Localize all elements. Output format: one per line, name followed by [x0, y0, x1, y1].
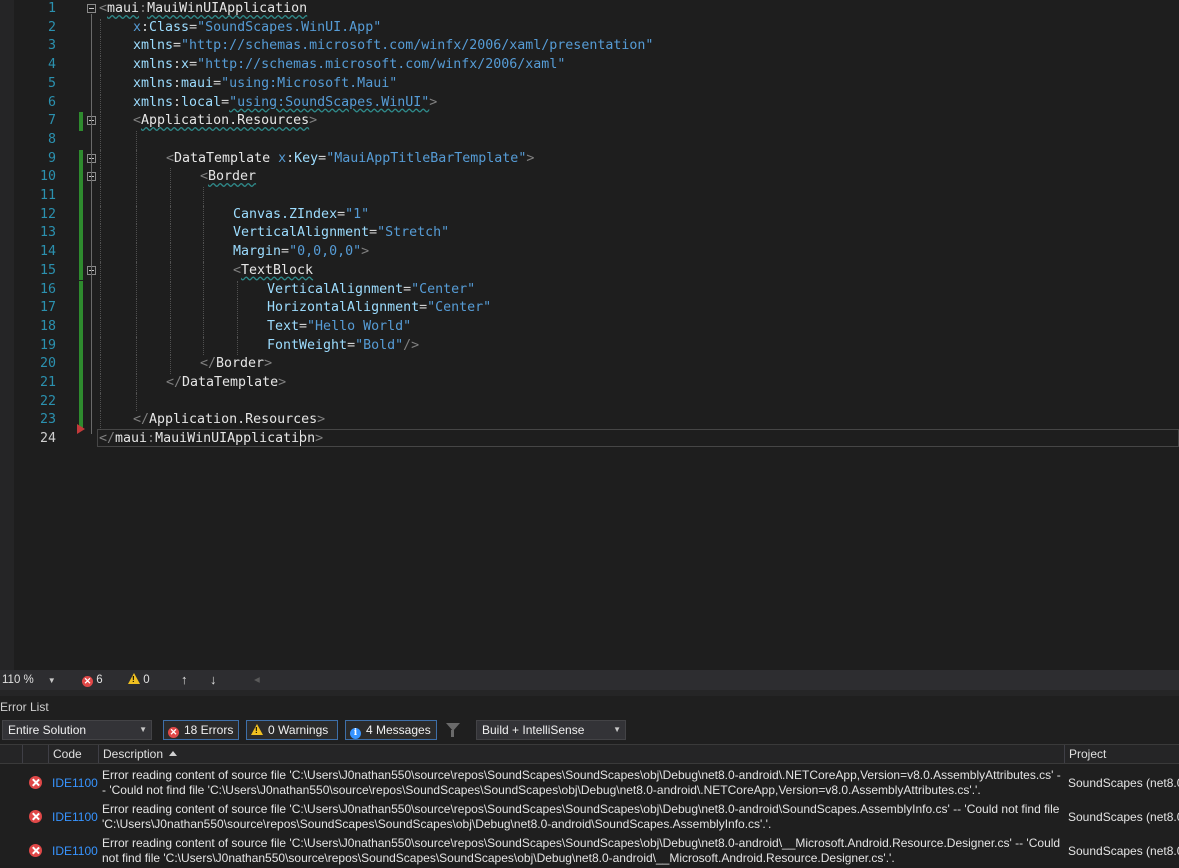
code-line: <maui:MauiWinUIApplication — [99, 1, 308, 16]
error-description: Error reading content of source file 'C:… — [102, 836, 1061, 865]
next-issue-button[interactable]: ↓ — [210, 672, 217, 688]
error-project: SoundScapes (net8.0- — [1068, 844, 1179, 858]
column-header-description[interactable]: Description — [98, 745, 1064, 763]
code-line: xmlns:x="http://schemas.microsoft.com/wi… — [0, 56, 1179, 75]
warning-count-indicator[interactable]: ! 0 — [128, 672, 150, 688]
info-icon: i — [350, 728, 361, 739]
chevron-down-icon: ▼ — [613, 725, 621, 734]
chevron-down-icon: ▼ — [139, 725, 147, 734]
column-header-project[interactable]: Project — [1064, 745, 1179, 763]
code-line: xmlns="http://schemas.microsoft.com/winf… — [0, 37, 1179, 57]
error-icon: ✕ — [168, 727, 179, 738]
scope-select[interactable]: Entire Solution ▼ — [2, 720, 152, 740]
sort-ascending-icon — [169, 751, 178, 756]
error-icon: ✕ — [82, 676, 93, 687]
error-icon — [29, 810, 42, 823]
warning-icon: ! — [251, 724, 263, 735]
code-line: <Application.Resources> — [0, 112, 1179, 131]
messages-filter-button[interactable]: i4 Messages — [345, 720, 437, 740]
error-code-link[interactable]: IDE1100 — [52, 766, 98, 800]
error-list-panel: Error List Entire Solution ▼ ✕ 18 Errors !… — [0, 696, 1179, 865]
code-line — [0, 130, 1179, 150]
previous-issue-button[interactable]: ↑ — [181, 672, 188, 688]
code-line: </Application.Resources> — [0, 411, 1179, 431]
code-editor[interactable]: 1 2 3 4 5 6 7 8 9 10 11 12 13 14 15 16 17 18 19 20 21 22 23 24 … — [0, 0, 1179, 670]
code-line: VerticalAlignment="Stretch" — [0, 224, 1179, 244]
error-project: SoundScapes (net8.0- — [1068, 810, 1179, 824]
error-code-link[interactable]: IDE1100 — [52, 834, 98, 868]
error-description: Error reading content of source file 'C:… — [102, 802, 1060, 831]
code-line: <DataTemplate x:Key="MauiAppTitleBarTemp… — [0, 149, 1179, 169]
code-line: xmlns:maui="using:Microsoft.Maui" — [0, 74, 1179, 94]
error-row[interactable]: IDE1100 Error reading content of source … — [0, 766, 1179, 800]
code-line: Margin="0,0,0,0"> — [0, 243, 1179, 262]
error-icon — [29, 776, 42, 789]
code-line — [0, 392, 1179, 412]
filter-icon[interactable] — [446, 723, 460, 737]
code-line: </maui:MauiWinUIApplication> — [99, 431, 324, 447]
error-list-header: Code Description Project — [0, 744, 1179, 764]
code-line: </Border> — [0, 355, 1179, 374]
error-description: Error reading content of source file 'C:… — [102, 768, 1061, 797]
code-line: xmlns:local="using:SoundScapes.WinUI"> — [0, 93, 1179, 113]
error-count-indicator[interactable]: ✕ 6 — [82, 672, 103, 688]
code-line: <Border — [0, 168, 1179, 187]
code-line: HorizontalAlignment="Center" — [0, 299, 1179, 318]
code-line — [0, 187, 1179, 206]
code-line: VerticalAlignment="Center" — [0, 280, 1179, 300]
warning-icon: ! — [128, 673, 140, 684]
code-line: Canvas.ZIndex="1" — [0, 205, 1179, 225]
warnings-filter-button[interactable]: ! 0 Warnings — [246, 720, 338, 740]
error-list-toolbar: Entire Solution ▼ ✕ 18 Errors ! 0 Warnings … — [0, 718, 1179, 744]
error-project: SoundScapes (net8.0- — [1068, 776, 1179, 790]
errors-filter-button[interactable]: ✕ 18 Errors — [163, 720, 239, 740]
code-line: FontWeight="Bold"/> — [0, 336, 1179, 356]
scroll-left-button[interactable]: ◂ — [254, 672, 260, 688]
panel-title: Error List — [0, 700, 49, 714]
zoom-level-select[interactable]: 110 % ▼ — [2, 672, 56, 689]
error-icon — [29, 844, 42, 857]
column-header-icon[interactable] — [22, 745, 48, 763]
error-code-link[interactable]: IDE1100 — [52, 800, 98, 834]
editor-status-bar: 110 % ▼ ✕ 6 ! 0 ↑ ↓ ◂ — [0, 670, 1179, 690]
column-header-code[interactable]: Code — [48, 745, 98, 763]
code-line: Text="Hello World" — [0, 317, 1179, 337]
code-line: <TextBlock — [0, 261, 1179, 281]
error-row[interactable]: IDE1100 Error reading content of source … — [0, 834, 1179, 868]
code-line: </DataTemplate> — [0, 374, 1179, 393]
code-line: x:Class="SoundScapes.WinUI.App" — [0, 18, 1179, 38]
build-source-select[interactable]: Build + IntelliSense ▼ — [476, 720, 626, 740]
error-row[interactable]: IDE1100 Error reading content of source … — [0, 800, 1179, 834]
